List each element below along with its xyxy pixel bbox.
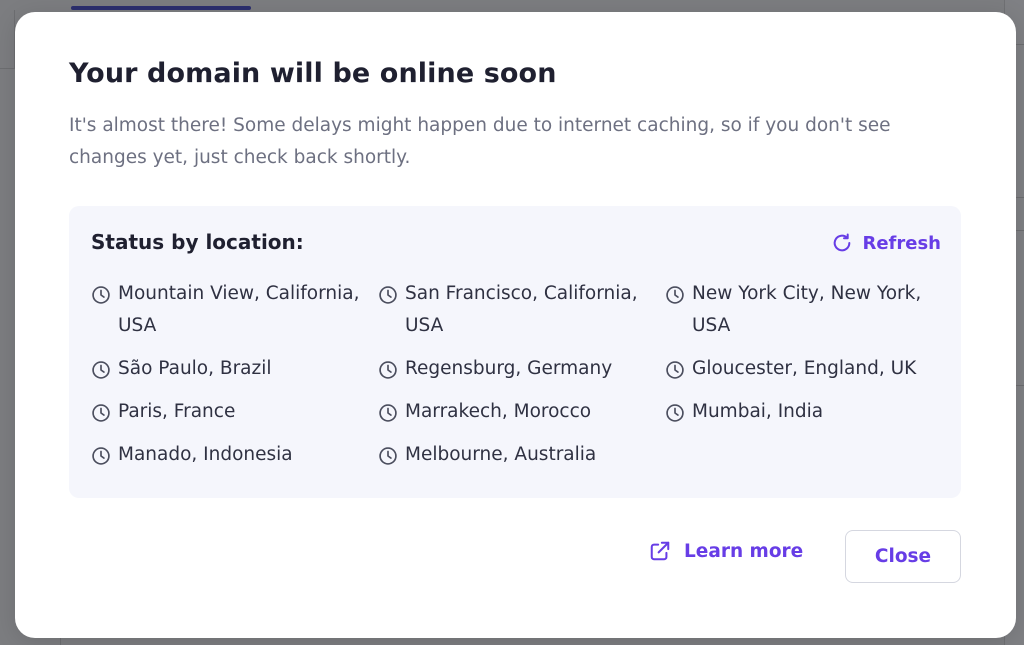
location-label: San Francisco, California, USA — [405, 283, 638, 336]
clock-icon — [665, 403, 685, 423]
location-item: Melbourne, Australia — [378, 439, 648, 471]
status-title: Status by location: — [91, 230, 304, 254]
location-label: Regensburg, Germany — [405, 358, 613, 379]
clock-icon — [91, 285, 111, 305]
location-item: Manado, Indonesia — [91, 439, 361, 471]
clock-icon — [378, 285, 398, 305]
clock-icon — [91, 403, 111, 423]
location-item: New York City, New York, USA — [665, 278, 935, 342]
clock-icon — [378, 403, 398, 423]
location-label: Paris, France — [118, 401, 236, 422]
refresh-icon — [831, 232, 853, 254]
status-by-location-panel: Status by location: Refresh Mountain Vie… — [69, 206, 961, 498]
location-label: Melbourne, Australia — [405, 444, 597, 465]
refresh-label: Refresh — [862, 232, 941, 254]
location-item: San Francisco, California, USA — [378, 278, 648, 342]
background-left-panel — [0, 10, 15, 69]
modal-description: It's almost there! Some delays might hap… — [69, 115, 891, 168]
clock-icon — [91, 360, 111, 380]
location-item: Gloucester, England, UK — [665, 353, 935, 385]
refresh-button[interactable]: Refresh — [831, 228, 941, 258]
location-item: São Paulo, Brazil — [91, 353, 361, 385]
domain-status-modal: Your domain will be online soon It's alm… — [15, 12, 1016, 638]
location-label: New York City, New York, USA — [692, 283, 922, 336]
modal-title: Your domain will be online soon — [69, 58, 557, 89]
clock-icon — [378, 446, 398, 466]
background-bottom-edge — [60, 637, 961, 645]
location-label: Mumbai, India — [692, 401, 824, 422]
background-tab-indicator — [71, 6, 251, 10]
external-link-icon — [649, 540, 671, 562]
clock-icon — [665, 360, 685, 380]
learn-more-link[interactable]: Learn more — [649, 540, 803, 562]
clock-icon — [665, 285, 685, 305]
location-item: Mountain View, California, USA — [91, 278, 361, 342]
location-label: Manado, Indonesia — [118, 444, 293, 465]
clock-icon — [91, 446, 111, 466]
location-label: São Paulo, Brazil — [118, 358, 272, 379]
location-label: Mountain View, California, USA — [118, 283, 360, 336]
location-label: Marrakech, Morocco — [405, 401, 592, 422]
location-item: Regensburg, Germany — [378, 353, 648, 385]
location-item: Mumbai, India — [665, 396, 935, 428]
location-item: Marrakech, Morocco — [378, 396, 648, 428]
clock-icon — [378, 360, 398, 380]
learn-more-label: Learn more — [684, 540, 804, 562]
close-button[interactable]: Close — [845, 530, 961, 583]
location-label: Gloucester, England, UK — [692, 358, 917, 379]
location-item: Paris, France — [91, 396, 361, 428]
